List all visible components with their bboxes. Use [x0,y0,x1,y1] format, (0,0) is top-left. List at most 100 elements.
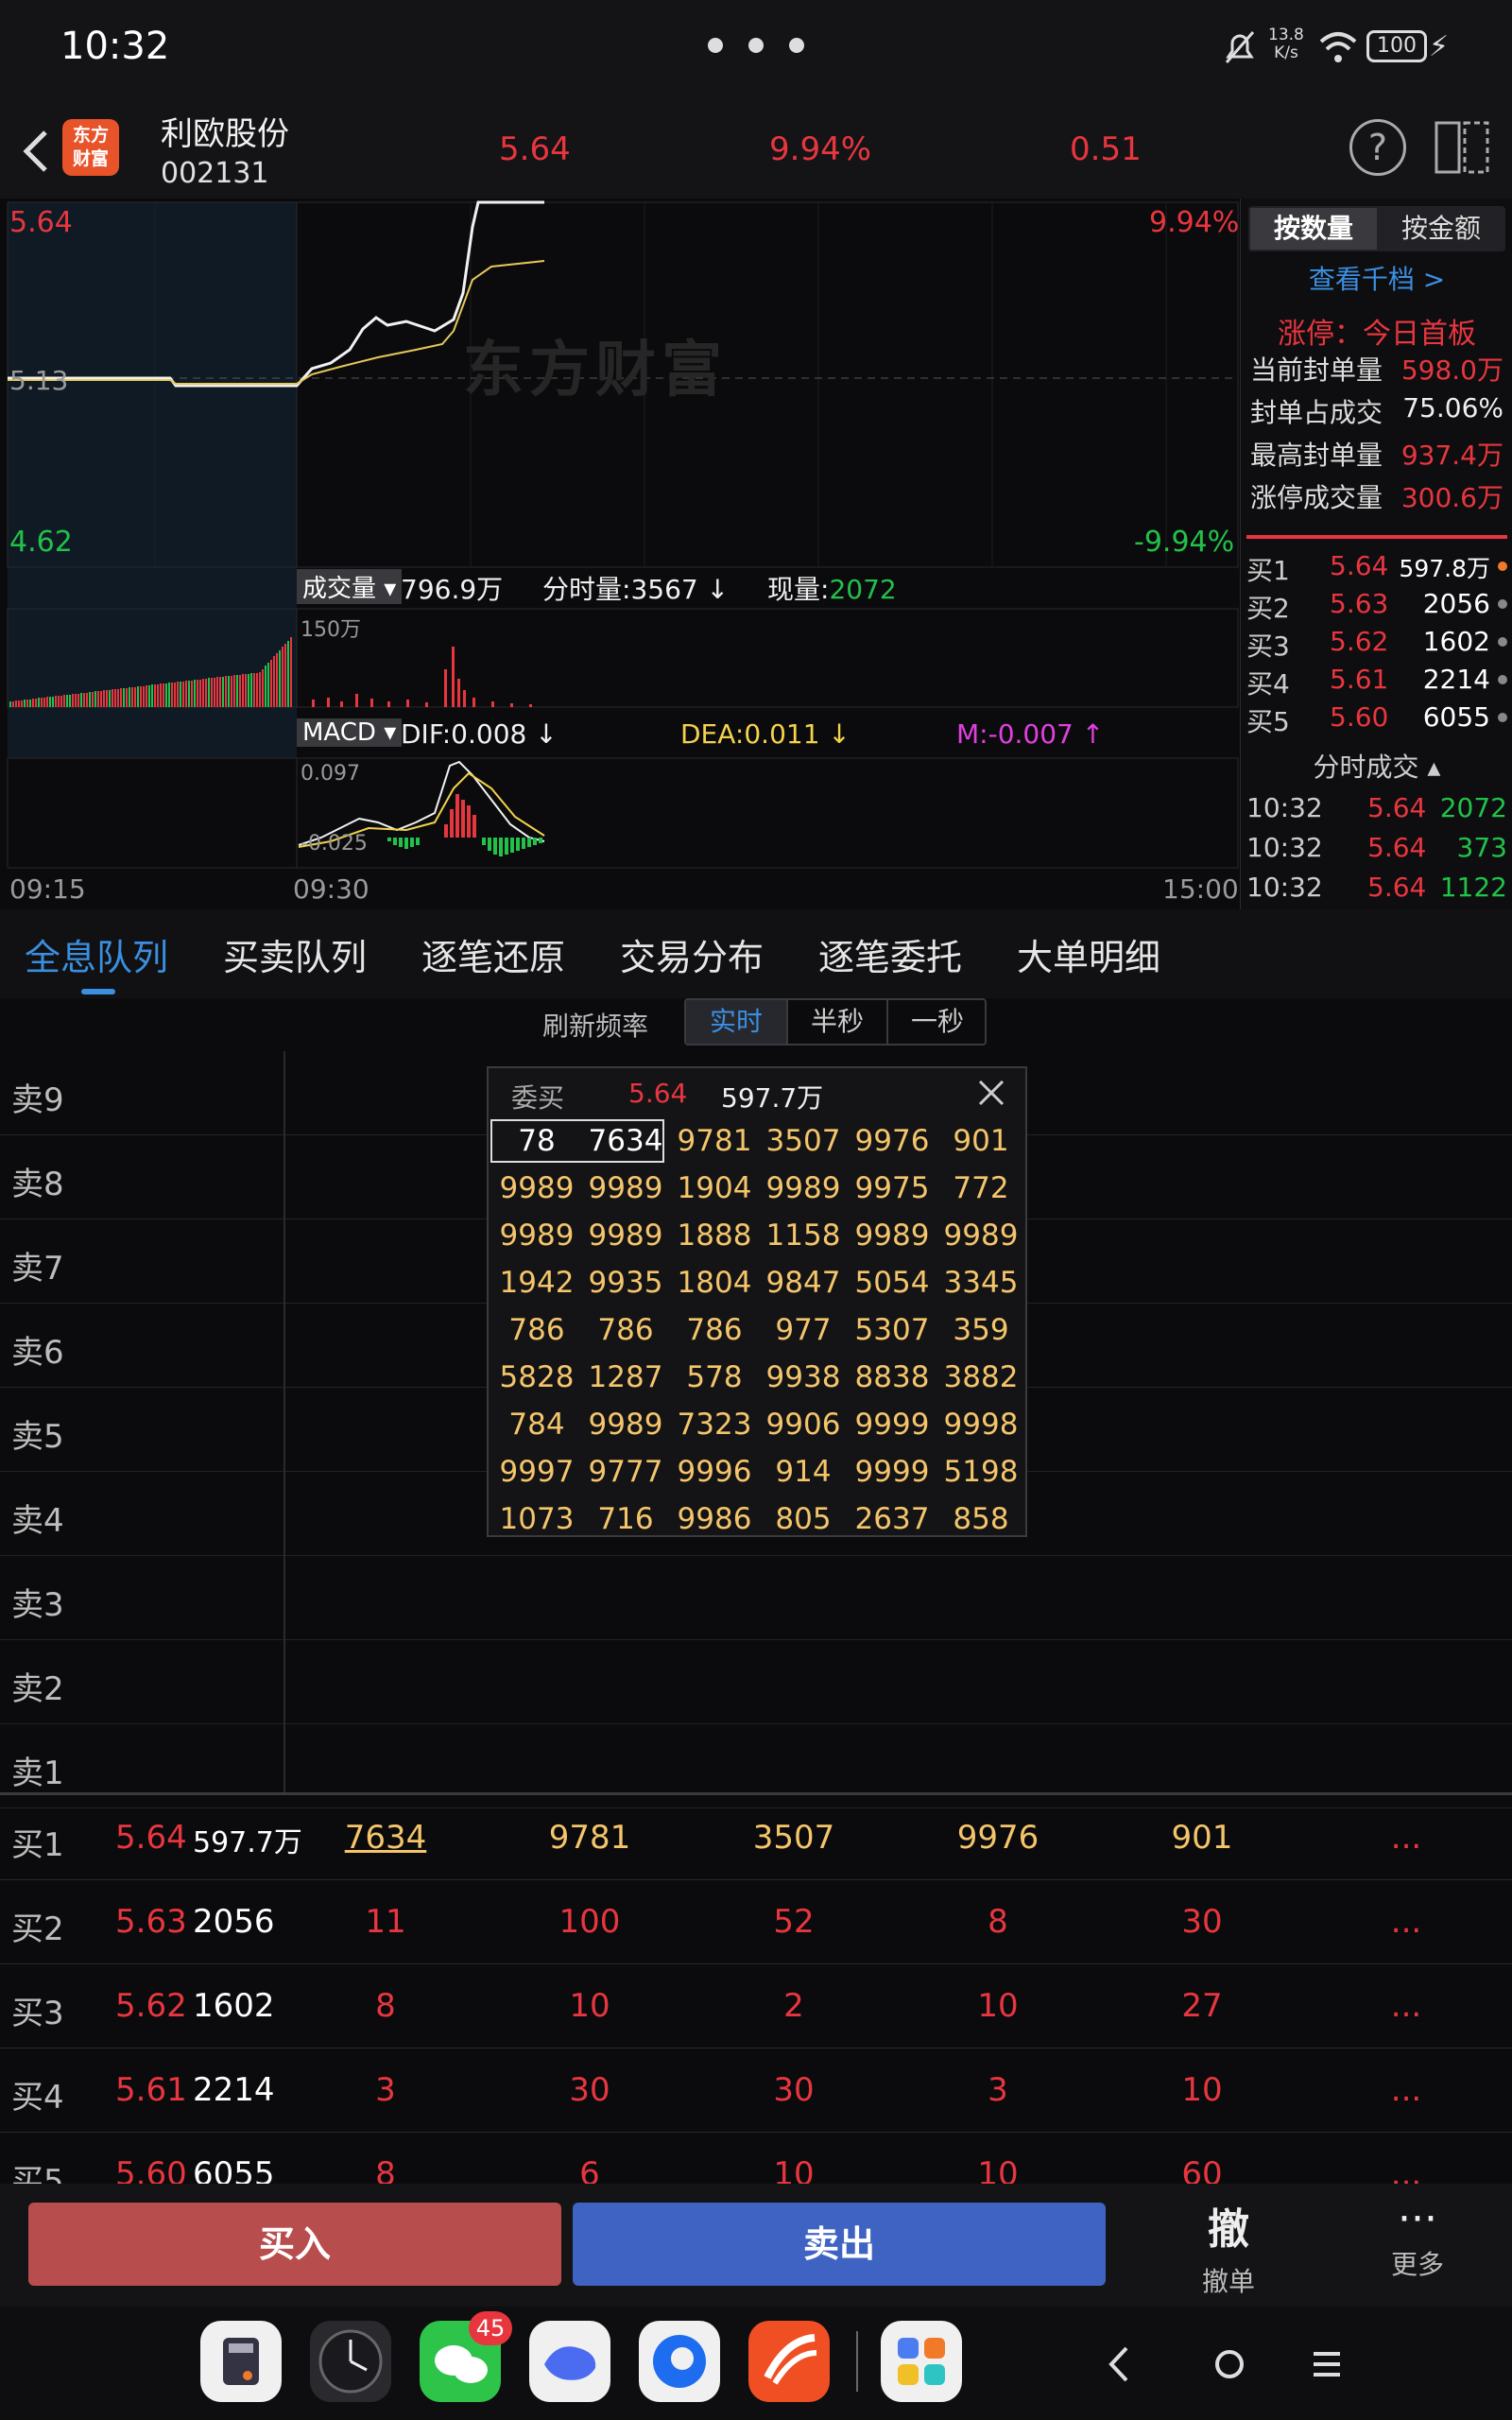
back-icon[interactable] [17,123,55,180]
popup-order-cell[interactable]: 7323 [670,1403,759,1446]
nav-home-icon[interactable] [1206,2341,1253,2392]
popup-order-cell[interactable]: 9777 [581,1450,670,1494]
buy-level-row[interactable]: 买1 5.64 597.7万 7634 9781 3507 9976 901... [0,1796,1512,1880]
sell-level-row[interactable]: 卖3 [0,1556,1512,1640]
popup-order-cell[interactable]: 5198 [936,1450,1025,1494]
refresh-half-second[interactable]: 半秒 [786,1000,886,1044]
order-cell[interactable]: 7634 [319,1819,452,1857]
popup-order-cell[interactable]: 9847 [759,1261,848,1305]
popup-order-cell[interactable]: 914 [759,1450,848,1494]
order-cell[interactable]: 10 [932,1987,1064,2025]
popup-order-cell[interactable]: 2637 [848,1497,936,1541]
buy-button[interactable]: 买入 [28,2203,561,2286]
popup-order-cell[interactable]: 9989 [936,1214,1025,1257]
order-cell[interactable]: 52 [728,1903,860,1941]
ticks-title[interactable]: 分时成交 ▴ [1241,747,1512,785]
refresh-one-second[interactable]: 一秒 [886,1000,987,1044]
popup-order-cell[interactable]: 9938 [759,1356,848,1399]
deepseek-app-icon[interactable] [529,2321,610,2402]
popup-order-cell[interactable]: 9989 [759,1167,848,1210]
popup-order-cell[interactable]: 786 [581,1308,670,1352]
cancel-order-button[interactable]: 撤 撤单 [1172,2195,1285,2299]
order-cell[interactable]: 9976 [932,1819,1064,1857]
popup-order-cell[interactable]: 9989 [581,1167,670,1210]
order-cell[interactable]: 30 [524,2071,656,2109]
popup-order-cell[interactable]: 1073 [492,1497,581,1541]
order-cell[interactable]: 8 [319,1987,452,2025]
popup-order-cell[interactable]: 784 [492,1403,581,1446]
eastmoney-app-icon[interactable] [748,2321,830,2402]
tab-3[interactable]: 交易分布 [620,928,764,980]
sell-button[interactable]: 卖出 [573,2203,1106,2286]
order-cell[interactable]: 3 [319,2071,452,2109]
sell-level-row[interactable]: 卖2 [0,1640,1512,1724]
popup-order-cell[interactable]: 3507 [759,1119,848,1163]
browser-app-icon[interactable] [639,2321,720,2402]
more-orders-link[interactable]: ... [1340,2071,1472,2109]
popup-order-cell[interactable]: 8838 [848,1356,936,1399]
more-orders-link[interactable]: ... [1340,1903,1472,1941]
order-cell[interactable]: 8 [932,1903,1064,1941]
popup-order-cell[interactable]: 1158 [759,1214,848,1257]
order-cell[interactable]: 100 [524,1903,656,1941]
view-1000-levels-link[interactable]: 查看千档 > [1241,259,1512,297]
popup-order-cell[interactable]: 9999 [848,1450,936,1494]
order-cell[interactable]: 10 [524,1987,656,2025]
popup-order-cell[interactable]: 5307 [848,1308,936,1352]
popup-order-cell[interactable]: 1804 [670,1261,759,1305]
split-screen-icon[interactable] [1433,117,1491,180]
buy-level-row[interactable]: 买2 5.63 2056 11 100 52 8 30... [0,1880,1512,1964]
clock-app-icon[interactable] [310,2321,391,2402]
tab-by-amount[interactable]: 按金额 [1379,208,1503,250]
popup-order-cell[interactable]: 9906 [759,1403,848,1446]
more-orders-link[interactable]: ... [1340,1819,1472,1857]
popup-order-cell[interactable]: 772 [936,1167,1025,1210]
popup-order-cell[interactable]: 9781 [670,1119,759,1163]
popup-order-cell[interactable]: 9999 [848,1403,936,1446]
popup-order-cell[interactable]: 578 [670,1356,759,1399]
popup-order-cell[interactable]: 9976 [848,1119,936,1163]
nav-back-icon[interactable] [1100,2341,1138,2392]
tab-by-quantity[interactable]: 按数量 [1250,208,1377,250]
order-cell[interactable]: 3507 [728,1819,860,1857]
popup-order-cell[interactable]: 9989 [581,1403,670,1446]
popup-order-cell[interactable]: 858 [936,1497,1025,1541]
popup-order-cell[interactable]: 716 [581,1497,670,1541]
tab-1[interactable]: 买卖队列 [223,928,367,980]
order-cell[interactable]: 11 [319,1903,452,1941]
calculator-app-icon[interactable] [200,2321,282,2402]
order-cell[interactable]: 30 [1136,1903,1268,1941]
wechat-app-icon[interactable]: 45 [420,2311,512,2402]
popup-order-cell[interactable]: 3882 [936,1356,1025,1399]
order-cell[interactable]: 901 [1136,1819,1268,1857]
order-cell[interactable]: 9781 [524,1819,656,1857]
popup-order-cell[interactable]: 9997 [492,1450,581,1494]
popup-order-cell[interactable]: 977 [759,1308,848,1352]
popup-order-cell[interactable]: 9935 [581,1261,670,1305]
intraday-chart[interactable]: 东方财富 5.64 5.13 4.62 9.94% -9.94% 成交量 ▾ 7… [0,199,1240,909]
popup-order-cell[interactable]: 786 [492,1308,581,1352]
order-cell[interactable]: 3 [932,2071,1064,2109]
popup-order-cell[interactable]: 3345 [936,1261,1025,1305]
more-orders-link[interactable]: ... [1340,1987,1472,2025]
popup-order-cell[interactable]: 9989 [492,1167,581,1210]
popup-order-cell[interactable]: 1904 [670,1167,759,1210]
popup-order-cell[interactable]: 1287 [581,1356,670,1399]
buy-level-row[interactable]: 买3 5.62 1602 8 10 2 10 27... [0,1964,1512,2048]
help-icon[interactable]: ? [1349,119,1406,176]
popup-order-cell[interactable]: 9986 [670,1497,759,1541]
tab-0[interactable]: 全息队列 [25,928,168,980]
volume-indicator-select[interactable]: 成交量 ▾ [297,569,403,604]
close-icon[interactable] [972,1074,1010,1115]
order-cell[interactable]: 27 [1136,1987,1268,2025]
popup-order-cell[interactable]: 901 [936,1119,1025,1163]
order-cell[interactable]: 30 [728,2071,860,2109]
popup-order-cell[interactable]: 5054 [848,1261,936,1305]
tab-4[interactable]: 逐笔委托 [818,928,962,980]
popup-order-cell[interactable]: 9998 [936,1403,1025,1446]
popup-order-cell[interactable]: 5828 [492,1356,581,1399]
more-dots-icon[interactable] [704,36,808,55]
popup-order-cell[interactable]: 9975 [848,1167,936,1210]
refresh-realtime[interactable]: 实时 [686,1000,786,1044]
macd-indicator-select[interactable]: MACD ▾ [297,718,403,747]
